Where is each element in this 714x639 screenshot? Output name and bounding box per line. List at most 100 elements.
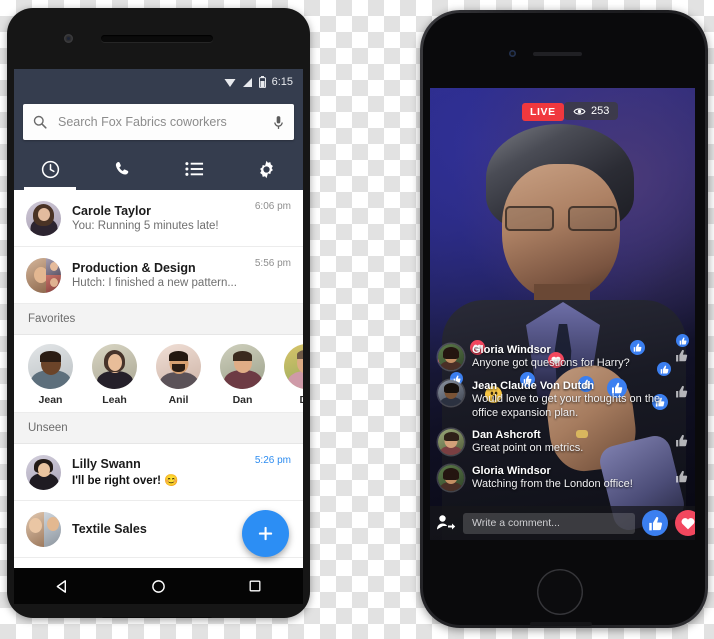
avatar (26, 454, 61, 490)
chat-text: Production & Design Hutch: I finished a … (72, 261, 244, 289)
favorite-item[interactable]: Leah (92, 344, 137, 406)
favorite-item[interactable]: Do (284, 344, 303, 406)
favorite-item[interactable]: Anil (156, 344, 201, 406)
comment-author: Gloria Windsor (472, 344, 551, 356)
chat-row[interactable]: Carole Taylor You: Running 5 minutes lat… (14, 190, 303, 247)
comment-like-button[interactable] (675, 380, 688, 403)
search-bar[interactable]: Search Fox Fabrics coworkers (23, 104, 294, 140)
comment-author: Jean Claude Von Dutch (472, 379, 595, 392)
comment-body: Jean Claude Von Dutch Would love to get … (472, 380, 667, 421)
avatar (156, 344, 201, 389)
person-share-icon[interactable] (436, 514, 456, 532)
live-comments-list: Gloria Windsor Anyone got questions for … (438, 344, 688, 501)
favorite-name: Jean (38, 394, 63, 406)
microphone-icon[interactable] (273, 115, 284, 130)
comment-like-button[interactable] (675, 465, 688, 488)
earpiece-speaker (101, 35, 213, 42)
signal-icon (242, 77, 252, 87)
front-camera-icon (64, 34, 73, 43)
favorite-name: Do (284, 394, 304, 406)
heart-icon (681, 517, 695, 529)
love-button[interactable] (675, 510, 695, 536)
avatar (438, 429, 464, 456)
home-button[interactable] (537, 569, 583, 615)
circle-home-icon[interactable] (151, 579, 166, 594)
chat-preview: You: Running 5 minutes late! (72, 220, 219, 232)
chat-preview: Hutch: I finished a new pattern... (72, 277, 237, 289)
iphone-screen: LIVE 253 Gloria Windsor Anyone got quest… (430, 88, 695, 540)
tab-recents[interactable] (14, 148, 86, 190)
thumbs-up-icon (648, 516, 662, 530)
tab-settings[interactable] (231, 148, 303, 190)
status-bar-time: 6:15 (271, 76, 293, 88)
comment-item[interactable]: Jean Claude Von Dutch Would love to get … (438, 379, 688, 421)
favorite-name: Anil (168, 394, 189, 406)
thumbs-up-icon (676, 349, 688, 362)
chat-row[interactable]: Production & Design Hutch: I finished a … (14, 247, 303, 304)
android-tab-bar (14, 148, 303, 190)
chat-timestamp: 6:06 pm (254, 201, 291, 212)
thumbs-up-icon (676, 470, 688, 483)
comment-like-button[interactable] (675, 344, 688, 367)
favorites-row[interactable]: Jean Leah Anil Dan (14, 335, 303, 413)
comment-text: Anyone got questions for Harry? (472, 357, 630, 369)
comment-text: Great point on metrics. (472, 442, 584, 455)
video-subject-face (502, 164, 620, 300)
favorite-name: Dan (232, 394, 253, 406)
square-recents-icon[interactable] (248, 579, 262, 593)
comment-input[interactable]: Write a comment... (463, 512, 635, 534)
chat-text: Lilly Swann I'll be right over! 😊 (72, 457, 244, 487)
comment-body: Dan Ashcroft Great point on metrics. (472, 429, 667, 456)
search-icon (33, 115, 47, 129)
favorite-name: Leah (102, 394, 127, 406)
comment-text: Would love to get your thoughts on the o… (472, 392, 661, 419)
search-input[interactable]: Search Fox Fabrics coworkers (58, 115, 262, 129)
viewer-count: 253 (591, 105, 610, 117)
thumbs-up-icon (676, 385, 688, 398)
eye-icon (573, 107, 586, 115)
android-navigation-bar (14, 568, 303, 604)
comment-item[interactable]: Gloria Windsor Anyone got questions for … (438, 344, 688, 371)
earpiece-speaker (533, 52, 582, 56)
comment-body: Gloria Windsor Anyone got questions for … (472, 344, 667, 371)
conversation-list[interactable]: Carole Taylor You: Running 5 minutes lat… (14, 190, 303, 568)
favorite-item[interactable]: Dan (220, 344, 265, 406)
triangle-back-icon[interactable] (55, 579, 70, 594)
front-camera-icon (509, 50, 516, 57)
list-icon (185, 162, 204, 176)
battery-icon (258, 76, 266, 88)
bottom-speaker (101, 617, 213, 618)
tab-calls[interactable] (86, 148, 158, 190)
chat-row[interactable]: Lilly Swann I'll be right over! 😊 5:26 p… (14, 444, 303, 501)
plus-icon (258, 526, 273, 541)
live-badge: LIVE (522, 103, 564, 121)
favorites-section-header: Favorites (14, 304, 303, 335)
avatar (26, 257, 61, 293)
chat-text: Carole Taylor You: Running 5 minutes lat… (72, 204, 244, 232)
like-button[interactable] (642, 510, 668, 536)
android-top-bezel (7, 8, 310, 69)
iphone-device: LIVE 253 Gloria Windsor Anyone got quest… (420, 10, 708, 628)
clock-icon (41, 160, 59, 178)
wifi-icon (224, 78, 236, 87)
bottom-speaker (530, 622, 592, 626)
chat-name: Lilly Swann (72, 457, 141, 471)
chat-name: Production & Design (72, 261, 196, 275)
avatar (28, 344, 73, 389)
thumbs-up-icon (676, 435, 688, 447)
tab-contacts[interactable] (159, 148, 231, 190)
favorite-item[interactable]: Jean (28, 344, 73, 406)
avatar (26, 511, 61, 547)
avatar (438, 465, 464, 491)
avatar (438, 344, 464, 370)
comment-item[interactable]: Dan Ashcroft Great point on metrics. (438, 429, 688, 456)
phone-icon (116, 161, 129, 175)
comment-item[interactable]: Gloria Windsor Watching from the London … (438, 465, 688, 492)
android-phone-device: 6:15 Search Fox Fabrics coworkers Carole… (7, 8, 310, 618)
comment-like-button[interactable] (675, 429, 688, 452)
comment-composer-bar: Write a comment... (430, 506, 695, 540)
android-app-header: Search Fox Fabrics coworkers (14, 95, 303, 148)
gear-icon (260, 160, 274, 178)
new-conversation-button[interactable] (242, 510, 289, 557)
viewer-count-badge: 253 (564, 102, 619, 120)
